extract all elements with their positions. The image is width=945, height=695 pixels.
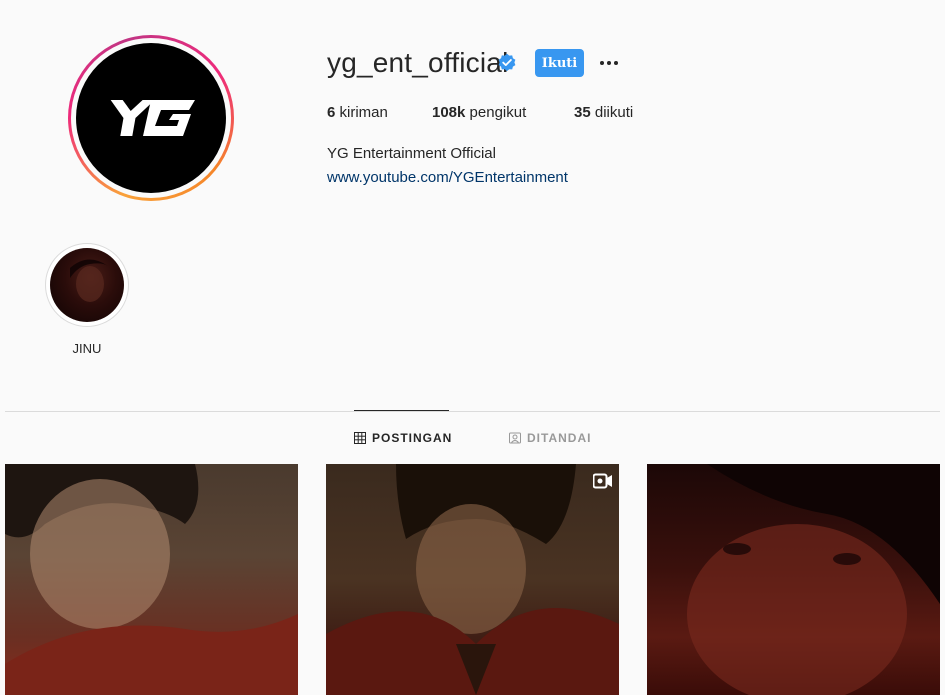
followers-count: 108k [432,104,466,121]
yg-logo [76,43,226,193]
profile-avatar[interactable] [68,35,234,201]
tab-posts[interactable]: POSTINGAN [354,431,452,445]
following-stat[interactable]: 35 diikuti [574,104,633,121]
story-highlight-jinu[interactable] [45,243,129,327]
posts-count-stat: 6 kiriman [327,104,388,121]
post-thumbnail-3[interactable] [647,464,940,695]
tab-posts-label: POSTINGAN [372,431,453,445]
tagged-icon [509,432,521,444]
followers-stat[interactable]: 108k pengikut [432,104,526,121]
post-thumbnail-2[interactable] [326,464,619,695]
video-icon [593,473,612,489]
active-tab-indicator [354,410,449,411]
posts-count: 6 [327,104,336,121]
more-options-icon[interactable] [597,54,621,72]
post-image-1 [5,464,298,695]
profile-username: yg_ent_official [327,47,509,78]
posts-label: kiriman [339,104,388,121]
highlight-cover-image [50,248,124,322]
follow-button[interactable]: Ikuti [535,49,584,77]
post-image-3 [687,464,940,695]
highlight-label: JINU [72,341,102,356]
tab-tagged-label: DITANDAI [527,431,592,445]
following-count: 35 [574,104,591,121]
post-image-2 [326,464,619,695]
grid-icon [354,432,366,444]
profile-full-name: YG Entertainment Official [327,145,496,162]
tab-tagged[interactable]: DITANDAI [509,431,591,445]
post-thumbnail-1[interactable] [5,464,298,695]
following-label: diikuti [594,104,634,121]
verified-badge-icon [498,53,516,71]
profile-website-link[interactable]: www.youtube.com/YGEntertainment [327,169,568,186]
yg-logo-icon [110,100,195,136]
followers-label: pengikut [469,104,527,121]
tabs-divider [5,411,940,412]
